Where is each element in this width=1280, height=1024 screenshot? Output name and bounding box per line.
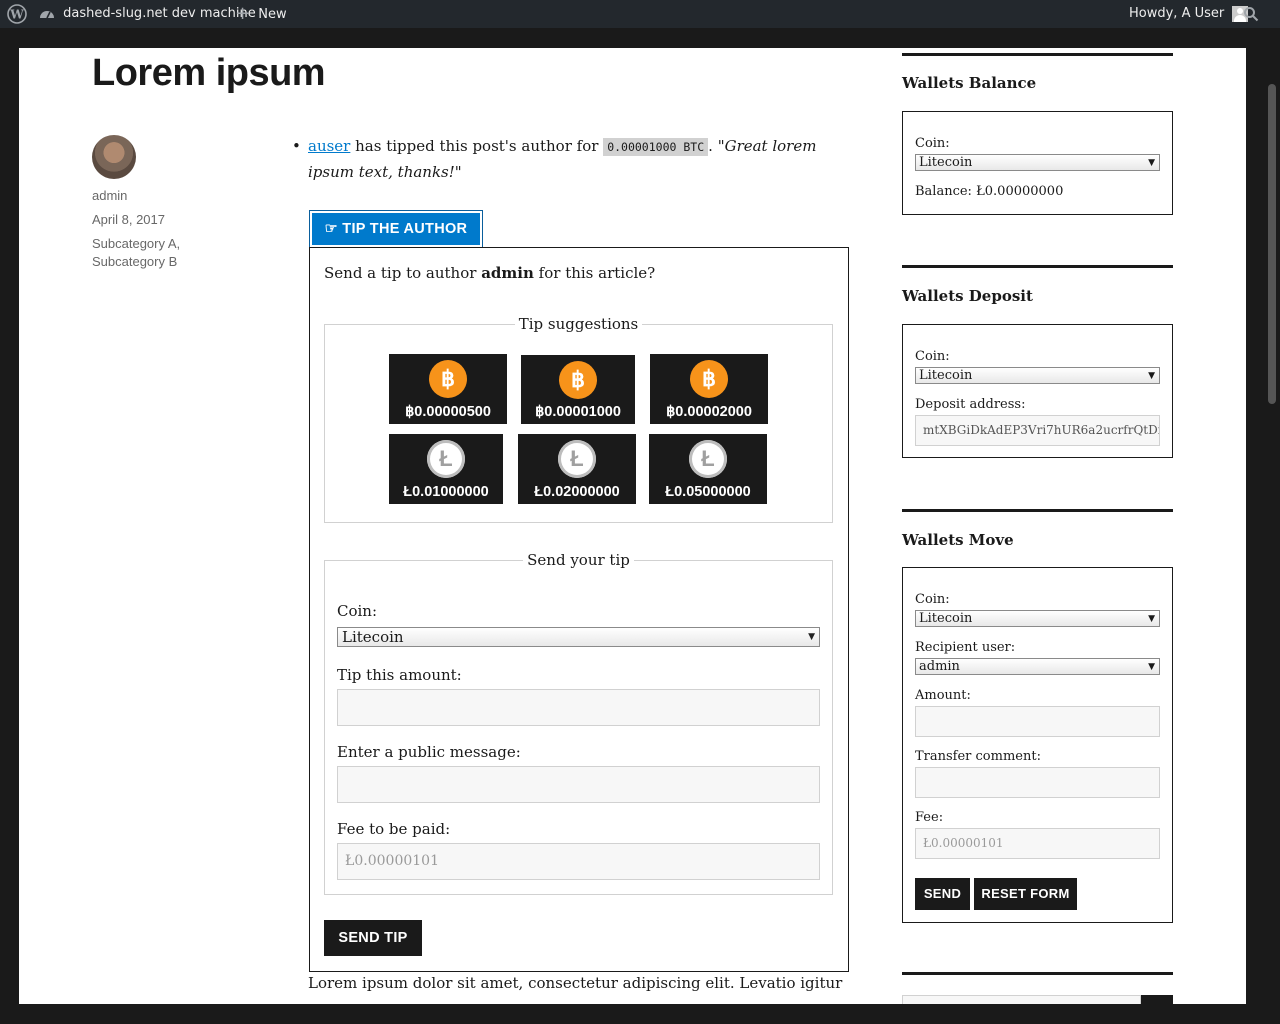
list-bullet: • xyxy=(292,137,301,155)
deposit-widget-title: Wallets Deposit xyxy=(902,287,1033,305)
move-send-button[interactable]: SEND xyxy=(915,878,970,910)
balance-coin-select[interactable]: Litecoin ▼ xyxy=(915,154,1160,171)
move-coin-select[interactable]: Litecoin ▼ xyxy=(915,610,1160,627)
tip-amount-label: Tip this amount: xyxy=(337,666,462,684)
tipper-user-link[interactable]: auser xyxy=(308,137,350,155)
bitcoin-icon: ฿ xyxy=(429,360,467,398)
widget-divider xyxy=(902,509,1173,512)
tip-suggestion-button[interactable]: ฿ ฿0.00002000 xyxy=(650,354,768,424)
tip-suggestion-button[interactable]: ฿ ฿0.00000500 xyxy=(389,354,507,424)
bitcoin-icon: ฿ xyxy=(690,360,728,398)
move-widget: Coin: Litecoin ▼ Recipient user: admin ▼… xyxy=(902,567,1173,923)
tip-suggestion-button[interactable]: Ł Ł0.01000000 xyxy=(389,434,503,504)
widget-divider xyxy=(902,265,1173,268)
move-amount-input[interactable] xyxy=(915,706,1160,737)
post-body-text: Lorem ipsum dolor sit amet, consectetur … xyxy=(308,974,843,992)
balance-widget: Coin: Litecoin ▼ Balance: Ł0.00000000 xyxy=(902,111,1173,215)
page-scrollbar[interactable] xyxy=(1264,28,1280,1024)
fee-input[interactable]: Ł0.00000101 xyxy=(337,843,820,880)
litecoin-icon: Ł xyxy=(427,440,465,478)
coin-label: Coin: xyxy=(337,602,378,620)
transfer-comment-label: Transfer comment: xyxy=(915,749,1041,764)
deposit-coin-select[interactable]: Litecoin ▼ xyxy=(915,367,1160,384)
move-amount-label: Amount: xyxy=(915,688,971,703)
tip-notice: • auser has tipped this post's author fo… xyxy=(292,134,848,185)
deposit-widget: Coin: Litecoin ▼ Deposit address: mtXBGi… xyxy=(902,324,1173,458)
litecoin-icon: Ł xyxy=(689,440,727,478)
move-coin-label: Coin: xyxy=(915,592,950,607)
transfer-comment-input[interactable] xyxy=(915,767,1160,798)
deposit-address-field[interactable]: mtXBGiDkAdEP3Vri7hUR6a2ucrfrQtDi6 xyxy=(915,415,1160,446)
tip-suggestions-legend: Tip suggestions xyxy=(518,315,639,333)
tip-amount: 0.00001000 BTC xyxy=(603,138,709,156)
author-link[interactable]: admin xyxy=(92,188,127,203)
new-label: New xyxy=(258,6,287,22)
tip-the-author-tab[interactable]: ☞ TIP THE AUTHOR xyxy=(309,210,483,248)
category-link-a[interactable]: Subcategory A, xyxy=(92,236,180,251)
tip-notice-text: has tipped this post's author for xyxy=(355,137,599,155)
tip-suggestion-button[interactable]: Ł Ł0.05000000 xyxy=(649,434,767,504)
fee-label: Fee to be paid: xyxy=(337,820,451,838)
widget-divider xyxy=(902,972,1173,975)
bitcoin-icon: ฿ xyxy=(559,361,597,399)
tip-suggestion-button[interactable]: Ł Ł0.02000000 xyxy=(518,434,636,504)
public-message-label: Enter a public message: xyxy=(337,743,521,761)
svg-text:W: W xyxy=(9,7,24,21)
move-fee-label: Fee: xyxy=(915,810,944,825)
tip-amount-input[interactable] xyxy=(337,689,820,726)
category-link-b[interactable]: Subcategory B xyxy=(92,254,177,269)
balance-widget-title: Wallets Balance xyxy=(902,74,1037,92)
scrollbar-thumb[interactable] xyxy=(1268,84,1276,404)
page-content: Lorem ipsum admin April 8, 2017 Subcateg… xyxy=(19,48,1246,1004)
admin-bar: W dashed-slug.net dev machine + New Howd… xyxy=(0,0,1280,28)
dropdown-arrow-icon: ▼ xyxy=(1148,662,1155,672)
widget-divider xyxy=(902,53,1173,56)
deposit-coin-label: Coin: xyxy=(915,349,950,364)
send-tip-legend: Send your tip xyxy=(527,551,630,569)
send-tip-button[interactable]: SEND TIP xyxy=(324,920,422,956)
balance-value: Balance: Ł0.00000000 xyxy=(915,184,1064,199)
prompt-author: admin xyxy=(481,264,534,282)
new-content-menu[interactable]: + New xyxy=(235,0,287,28)
public-message-input[interactable] xyxy=(337,766,820,803)
my-account-menu[interactable]: Howdy, A User xyxy=(1129,0,1249,28)
author-avatar[interactable] xyxy=(92,135,136,179)
coin-select[interactable]: Litecoin ▼ xyxy=(337,627,820,647)
search-field[interactable] xyxy=(902,995,1141,1004)
move-widget-title: Wallets Move xyxy=(902,531,1014,549)
wordpress-logo-icon[interactable]: W xyxy=(7,0,27,28)
post-title: Lorem ipsum xyxy=(92,52,326,94)
dropdown-arrow-icon: ▼ xyxy=(1148,614,1155,624)
recipient-select[interactable]: admin ▼ xyxy=(915,658,1160,675)
deposit-address-label: Deposit address: xyxy=(915,397,1026,412)
site-name: dashed-slug.net dev machine xyxy=(63,6,256,21)
search-icon[interactable] xyxy=(1243,0,1259,28)
search-submit-button[interactable] xyxy=(1141,995,1173,1004)
tip-suggestion-button[interactable]: ฿ ฿0.00001000 xyxy=(521,355,635,424)
site-name-menu[interactable]: dashed-slug.net dev machine xyxy=(38,0,256,28)
dropdown-arrow-icon: ▼ xyxy=(808,632,815,642)
litecoin-icon: Ł xyxy=(558,440,596,478)
dropdown-arrow-icon: ▼ xyxy=(1148,371,1155,381)
tip-panel: Send a tip to author admin for this arti… xyxy=(309,247,849,972)
move-fee-input[interactable]: Ł0.00000101 xyxy=(915,828,1160,859)
dashboard-icon xyxy=(40,10,54,18)
tip-prompt: Send a tip to author admin for this arti… xyxy=(324,264,656,282)
plus-icon: + xyxy=(235,3,251,24)
reset-form-button[interactable]: RESET FORM xyxy=(974,878,1077,910)
balance-coin-label: Coin: xyxy=(915,136,950,151)
recipient-label: Recipient user: xyxy=(915,640,1016,655)
howdy-text: Howdy, A User xyxy=(1129,6,1225,21)
post-date[interactable]: April 8, 2017 xyxy=(92,212,165,227)
dropdown-arrow-icon: ▼ xyxy=(1148,158,1155,168)
